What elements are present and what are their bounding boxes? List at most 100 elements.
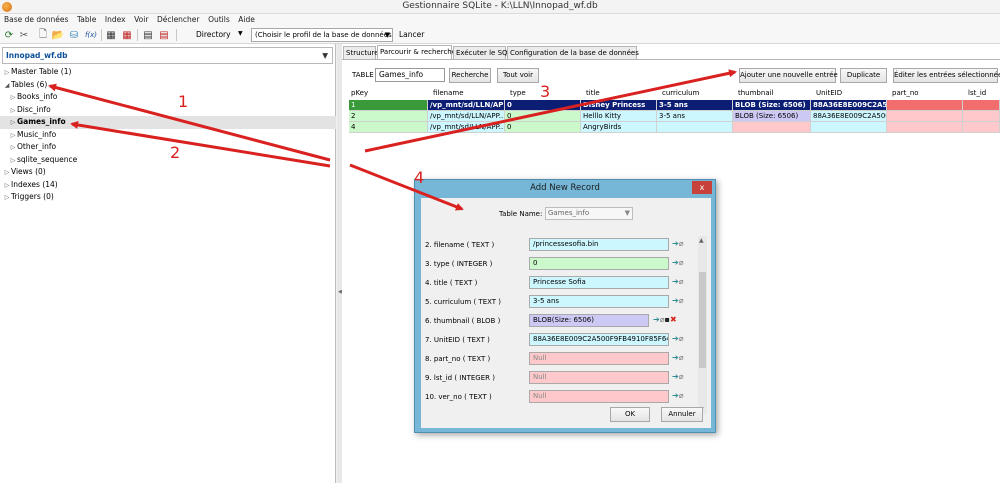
table-row[interactable]: 4 /vp_mnt/sd/LLN/APP... 0 AngryBirds <box>349 122 1000 133</box>
table-row[interactable]: 1 /vp_mnt/sd/LLN/APP... 0 Disney Princes… <box>349 100 1000 111</box>
paperclip-icon[interactable]: ⌀ <box>679 391 684 400</box>
dialog-scrollbar[interactable]: ▲ ▼ <box>698 236 707 414</box>
table-cell[interactable]: 88A36E8E009C2A50... <box>811 100 887 111</box>
table-cell[interactable] <box>657 122 733 133</box>
arrow-right-icon[interactable]: ➔ <box>672 353 679 362</box>
tree-item-master-table[interactable]: ▷ Master Table (1) <box>0 66 336 79</box>
tree-item-books-info[interactable]: ▷ Books_info <box>0 91 336 104</box>
column-header[interactable]: UnitEID <box>814 87 842 99</box>
table-cell[interactable]: 1 <box>349 100 428 111</box>
table-cell[interactable] <box>963 100 1000 111</box>
arrow-right-icon[interactable]: ➔ <box>672 372 679 381</box>
tree-item-views[interactable]: ▷ Views (0) <box>0 166 336 179</box>
ver-no-field[interactable]: Null <box>529 390 669 403</box>
tools-icon[interactable]: ✂ <box>17 28 31 42</box>
delete-table-icon[interactable]: ▦ <box>120 28 134 42</box>
table-cell[interactable]: 0 <box>505 100 581 111</box>
cancel-button[interactable]: Annuler <box>661 407 703 422</box>
chevron-down-icon[interactable]: ▼ <box>238 30 243 37</box>
lst-id-field[interactable]: Null <box>529 371 669 384</box>
new-table-icon[interactable]: ▦ <box>104 28 118 42</box>
table-cell[interactable] <box>811 122 887 133</box>
tree-item-games-info[interactable]: ▷ Games_info <box>0 116 336 129</box>
table-cell[interactable] <box>963 122 1000 133</box>
arrow-right-icon[interactable]: ➔ <box>672 277 679 286</box>
table-name-select[interactable]: Games_info ▼ <box>545 207 633 220</box>
open-folder-icon[interactable]: 📂 <box>51 28 65 42</box>
search-button[interactable]: Recherche <box>449 68 491 83</box>
thumbnail-field[interactable]: BLOB(Size: 6506) <box>529 314 649 327</box>
refresh-icon[interactable]: ⟳ <box>2 28 16 42</box>
table-cell[interactable]: 3-5 ans <box>657 100 733 111</box>
delete-index-icon[interactable]: ▤ <box>157 28 171 42</box>
table-cell[interactable] <box>887 122 963 133</box>
expand-arrow-icon[interactable]: ▷ <box>9 117 17 130</box>
expand-arrow-icon[interactable]: ▷ <box>3 192 11 205</box>
arrow-right-icon[interactable]: ➔ <box>672 296 679 305</box>
close-icon[interactable]: x <box>692 181 712 194</box>
table-name-field[interactable]: Games_info <box>375 68 445 82</box>
scrollbar-thumb[interactable] <box>699 272 706 368</box>
paperclip-icon[interactable]: ⌀ <box>679 258 684 267</box>
paperclip-icon[interactable]: ⌀ <box>679 296 684 305</box>
function-icon[interactable]: f(x) <box>83 28 99 42</box>
menu-index[interactable]: Index <box>105 14 126 26</box>
column-header[interactable]: curriculum <box>660 87 699 99</box>
run-button[interactable]: Lancer <box>399 30 424 39</box>
table-cell[interactable]: 0 <box>505 122 581 133</box>
profile-select[interactable]: (Choisir le profil de la base de données… <box>251 28 393 42</box>
tree-item-sqlite-sequence[interactable]: ▷ sqlite_sequence <box>0 154 336 167</box>
add-record-button[interactable]: Ajouter une nouvelle entrée <box>739 68 838 83</box>
table-cell[interactable] <box>887 111 963 122</box>
uniteid-field[interactable]: 88A36E8E009C2A500F9FB4910F85F646 <box>529 333 669 346</box>
column-header[interactable]: thumbnail <box>736 87 774 99</box>
table-cell[interactable]: Helllo Kitty <box>581 111 657 122</box>
tab-browse-search[interactable]: Parcourir & rechercher <box>377 45 459 59</box>
table-cell[interactable]: 0 <box>505 111 581 122</box>
table-cell[interactable]: 2 <box>349 111 428 122</box>
column-header[interactable]: filename <box>431 87 464 99</box>
expand-arrow-icon[interactable]: ▷ <box>3 67 11 80</box>
menu-tools[interactable]: Outils <box>208 14 230 26</box>
arrow-right-icon[interactable]: ➔ <box>672 391 679 400</box>
new-file-icon[interactable]: 🗋 <box>36 28 50 42</box>
table-cell[interactable] <box>733 122 811 133</box>
table-cell[interactable]: /vp_mnt/sd/LLN/APP... <box>428 111 505 122</box>
table-cell[interactable]: AngryBirds <box>581 122 657 133</box>
tab-database-settings[interactable]: Configuration de la base de données <box>507 46 639 59</box>
arrow-right-icon[interactable]: ➔ <box>672 258 679 267</box>
paperclip-icon[interactable]: ⌀ <box>679 334 684 343</box>
tree-item-triggers[interactable]: ▷ Triggers (0) <box>0 191 336 204</box>
column-header[interactable]: type <box>508 87 526 99</box>
arrow-right-icon[interactable]: ➔ <box>653 315 660 324</box>
tree-item-music-info[interactable]: ▷ Music_info <box>0 129 336 142</box>
delete-icon[interactable]: ✖ <box>670 315 677 324</box>
table-cell[interactable] <box>963 111 1000 122</box>
duplicate-button[interactable]: Duplicate <box>840 68 887 83</box>
table-cell[interactable]: Disney Princess <box>581 100 657 111</box>
curriculum-field[interactable]: 3-5 ans <box>529 295 669 308</box>
table-cell[interactable]: /vp_mnt/sd/LLN/APP... <box>428 122 505 133</box>
column-header[interactable]: pKey <box>349 87 368 99</box>
table-cell[interactable]: /vp_mnt/sd/LLN/APP... <box>428 100 505 111</box>
filename-field[interactable]: /princessesofia.bin <box>529 238 669 251</box>
menu-trigger[interactable]: Déclencher <box>157 14 200 26</box>
paperclip-icon[interactable]: ⌀ <box>679 239 684 248</box>
database-selector[interactable]: Innopad_wf.db ▼ <box>2 47 333 64</box>
tab-structure[interactable]: Structure <box>343 46 379 59</box>
tree-item-tables[interactable]: ◢ Tables (6) <box>0 79 336 92</box>
expand-arrow-icon[interactable]: ▷ <box>9 92 17 105</box>
table-cell[interactable]: 3-5 ans <box>657 111 733 122</box>
expand-arrow-icon[interactable]: ▷ <box>3 167 11 180</box>
table-cell[interactable]: 4 <box>349 122 428 133</box>
view-all-button[interactable]: Tout voir <box>497 68 539 83</box>
column-header[interactable]: title <box>584 87 600 99</box>
column-header[interactable]: lst_id <box>966 87 986 99</box>
table-row[interactable]: 2 /vp_mnt/sd/LLN/APP... 0 Helllo Kitty 3… <box>349 111 1000 122</box>
tree-item-other-info[interactable]: ▷ Other_info <box>0 141 336 154</box>
ok-button[interactable]: OK <box>610 407 650 422</box>
tree-item-indexes[interactable]: ▷ Indexes (14) <box>0 179 336 192</box>
edit-selected-button[interactable]: Éditer les entrées sélectionnées <box>893 68 1000 83</box>
part-no-field[interactable]: Null <box>529 352 669 365</box>
arrow-right-icon[interactable]: ➔ <box>672 239 679 248</box>
